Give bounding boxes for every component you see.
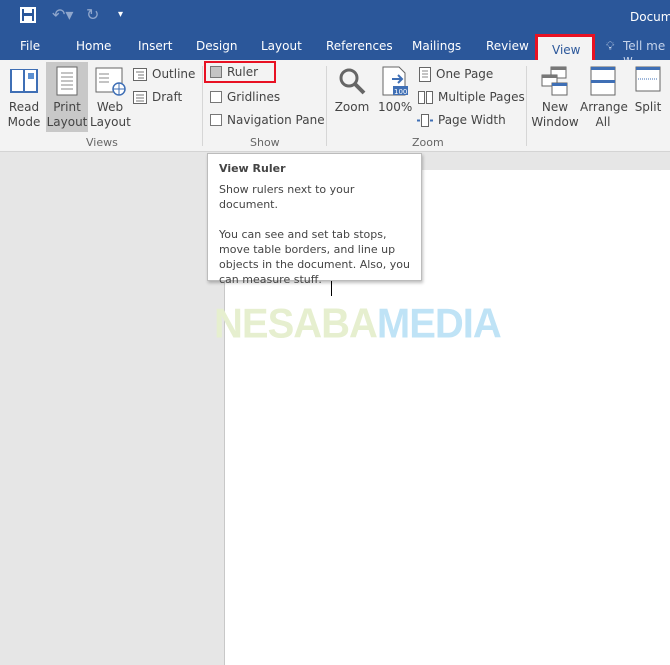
divider	[526, 66, 527, 146]
outline-button[interactable]: Outline	[133, 65, 195, 83]
tooltip-text: You can see and set tab stops, move tabl…	[219, 228, 410, 286]
group-label-zoom: Zoom	[412, 136, 444, 149]
ruler-checkbox[interactable]: Ruler	[204, 61, 276, 83]
group-label-show: Show	[250, 136, 280, 149]
outline-icon	[133, 67, 147, 81]
split-button[interactable]: Split	[630, 66, 666, 115]
window-title: Docum	[630, 10, 670, 24]
undo-icon[interactable]: ↶▾	[52, 5, 73, 24]
tab-references[interactable]: References	[326, 39, 393, 53]
ribbon: Read Mode Print Layout Web Layout Outline D…	[0, 60, 670, 152]
navigation-pane-checkbox[interactable]: Navigation Pane	[210, 111, 325, 129]
group-label-views: Views	[86, 136, 118, 149]
customize-qat-icon[interactable]: ▾	[118, 9, 123, 20]
book-icon	[10, 69, 38, 93]
tab-file[interactable]: File	[20, 39, 40, 53]
save-icon[interactable]	[20, 7, 36, 23]
gridlines-checkbox[interactable]: Gridlines	[210, 88, 280, 106]
page-width-button[interactable]: Page Width	[417, 111, 506, 129]
navigation-pane-check[interactable]	[210, 114, 222, 126]
arrange-all-icon	[590, 66, 616, 96]
tab-mailings[interactable]: Mailings	[412, 39, 461, 53]
zoom-badge: 100	[394, 88, 407, 96]
web-layout-button[interactable]: Web Layout	[90, 66, 131, 130]
one-page-icon	[419, 66, 431, 82]
zoom-button[interactable]: Zoom	[334, 66, 370, 115]
magnifier-icon	[339, 68, 366, 95]
tab-design[interactable]: Design	[196, 39, 237, 53]
web-page-icon	[95, 67, 126, 96]
split-icon	[635, 66, 661, 92]
tab-home[interactable]: Home	[76, 39, 111, 53]
ribbon-tabs: File Home Insert Design Layout Reference…	[0, 34, 670, 67]
ruler-check[interactable]	[210, 66, 222, 78]
draft-icon	[133, 90, 147, 104]
tab-view[interactable]: View	[535, 34, 595, 62]
tab-layout[interactable]: Layout	[261, 39, 302, 53]
draft-button[interactable]: Draft	[133, 88, 182, 106]
tooltip-text: Show rulers next to your document.	[219, 183, 355, 211]
tab-review[interactable]: Review	[486, 39, 529, 53]
page-width-icon	[417, 113, 433, 127]
tab-insert[interactable]: Insert	[138, 39, 172, 53]
title-bar: ↶▾ ↻ ▾ Docum	[0, 0, 670, 34]
new-window-button[interactable]: New Window	[531, 66, 579, 130]
zoom-100-icon: 100	[382, 66, 408, 96]
redo-icon[interactable]: ↻	[86, 5, 99, 24]
arrange-all-button[interactable]: Arrange All	[580, 66, 628, 130]
divider	[202, 66, 203, 146]
tooltip-title: View Ruler	[219, 162, 286, 175]
print-layout-button[interactable]: Print Layout	[46, 62, 88, 132]
read-mode-button[interactable]: Read Mode	[4, 66, 44, 130]
tooltip: View Ruler Show rulers next to your docu…	[207, 153, 422, 286]
watermark-logo: NESABAMEDIA	[214, 300, 502, 348]
multiple-pages-icon	[418, 90, 433, 104]
multiple-pages-button[interactable]: Multiple Pages	[418, 88, 525, 106]
zoom-100-button[interactable]: 100 100%	[378, 66, 412, 115]
gridlines-check[interactable]	[210, 91, 222, 103]
one-page-button[interactable]: One Page	[419, 65, 493, 83]
page-icon	[56, 66, 78, 96]
divider	[326, 66, 327, 146]
lightbulb-icon: 💡︎	[606, 39, 615, 53]
new-window-icon	[541, 66, 568, 96]
